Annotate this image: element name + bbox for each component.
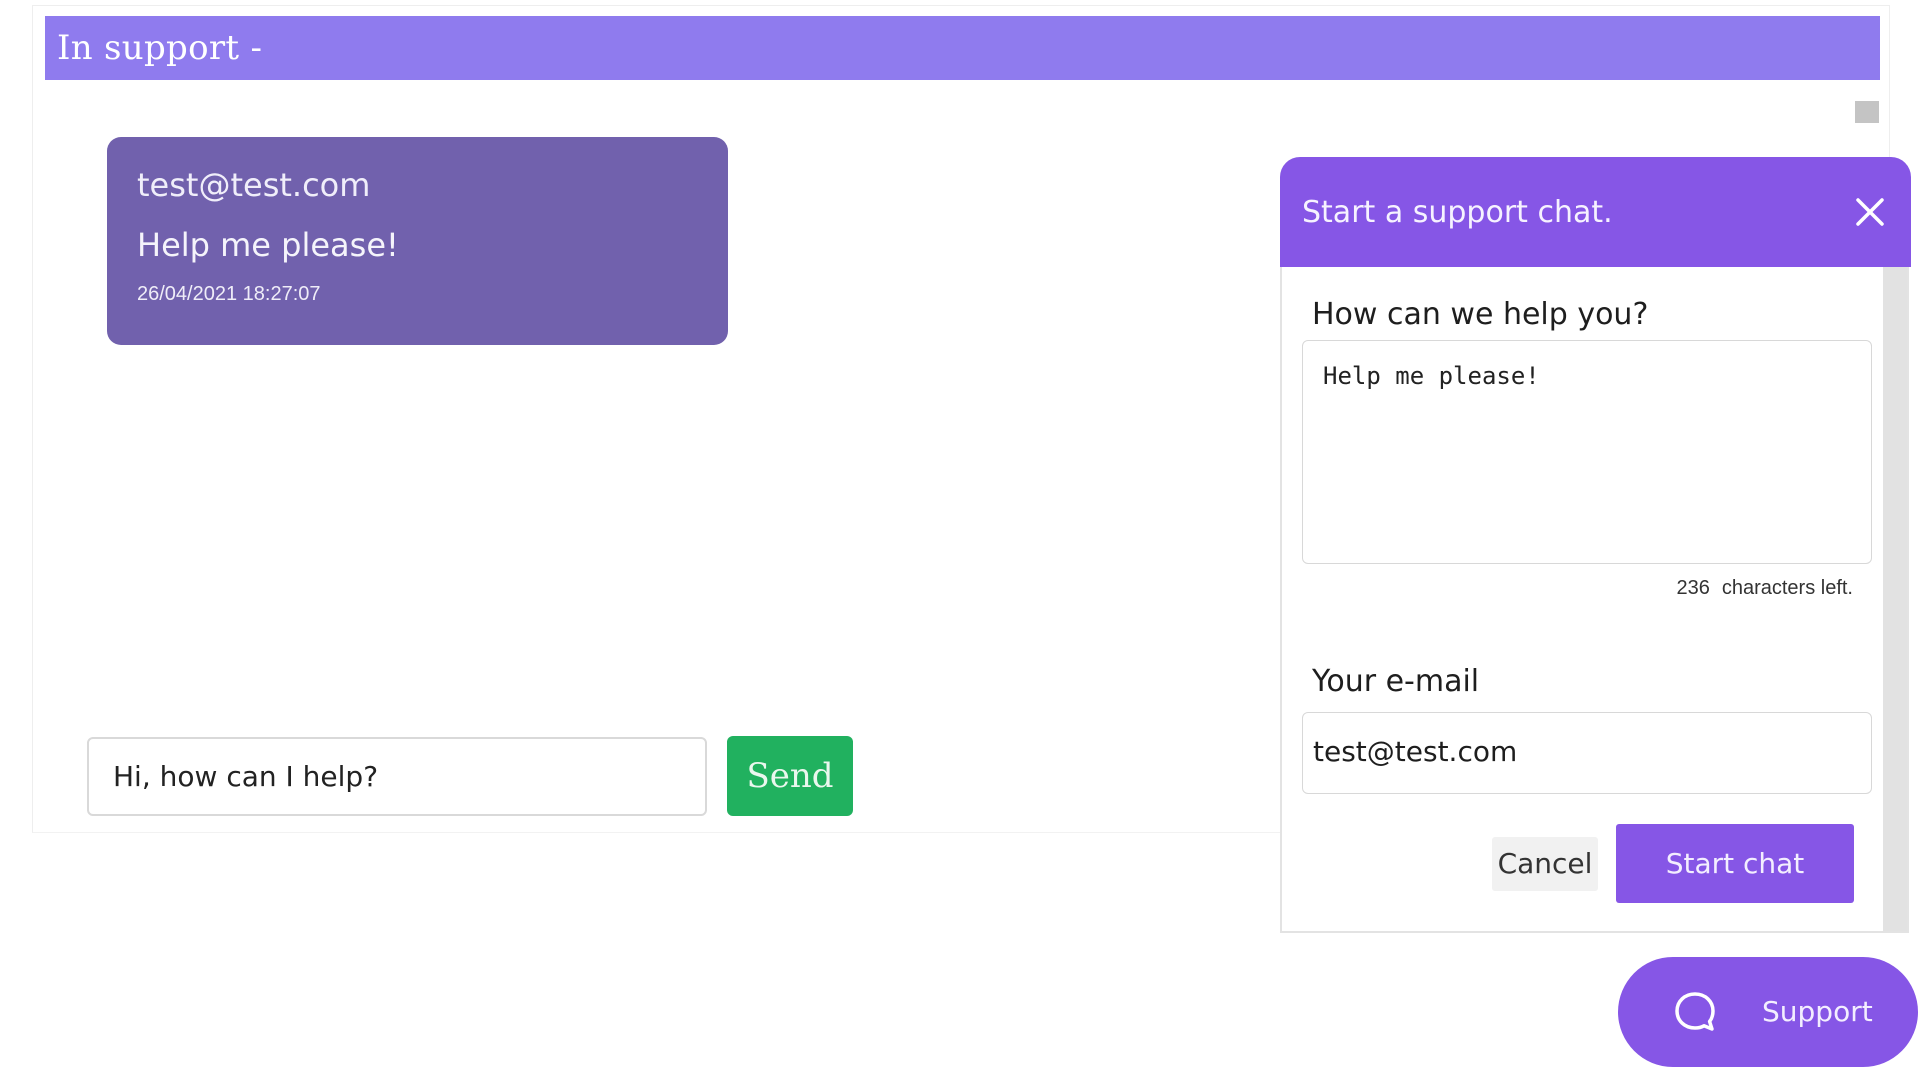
message-text: Help me please! [137, 226, 399, 264]
message-sender: test@test.com [137, 166, 371, 204]
widget-header: Start a support chat. [1280, 157, 1911, 267]
help-textarea[interactable]: Help me please! [1302, 340, 1872, 564]
message-timestamp: 26/04/2021 18:27:07 [137, 283, 321, 305]
panel-title: In support - [45, 16, 1880, 80]
start-chat-button[interactable]: Start chat [1616, 824, 1854, 903]
chat-bubble-icon [1672, 989, 1718, 1035]
email-label: Your e-mail [1312, 664, 1480, 699]
widget-scrollbar[interactable] [1883, 267, 1907, 931]
support-chat-widget: Start a support chat. How can we help yo… [1280, 157, 1911, 933]
support-button[interactable]: Support [1618, 957, 1918, 1067]
cancel-button[interactable]: Cancel [1492, 837, 1598, 891]
widget-title: Start a support chat. [1302, 195, 1613, 230]
email-field[interactable]: test@test.com [1302, 712, 1872, 794]
char-counter: 236 characters left. [1676, 577, 1853, 600]
close-icon[interactable] [1847, 189, 1893, 235]
chars-left-count: 236 [1676, 577, 1710, 599]
support-button-label: Support [1762, 995, 1873, 1028]
reply-input[interactable]: Hi, how can I help? [87, 737, 707, 816]
message-bubble: test@test.com Help me please! 26/04/2021… [107, 137, 728, 345]
help-label: How can we help you? [1312, 297, 1649, 332]
scrollbar-thumb[interactable] [1855, 101, 1879, 123]
chars-left-suffix: characters left. [1721, 577, 1853, 599]
send-button[interactable]: Send [727, 736, 853, 816]
